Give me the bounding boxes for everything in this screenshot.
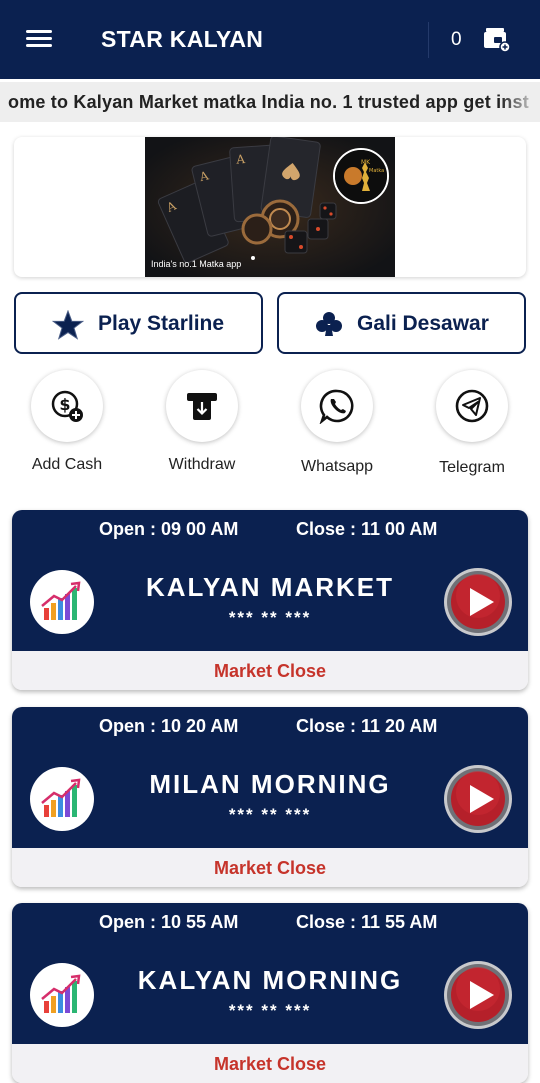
whatsapp-icon bbox=[319, 389, 354, 424]
svg-text:A: A bbox=[235, 152, 246, 167]
market-close-time: Close : 11 20 AM bbox=[296, 716, 438, 736]
banner-caption: India's no.1 Matka app bbox=[151, 259, 242, 269]
star-icon bbox=[52, 310, 84, 340]
gali-desawar-label: Gali Desawar bbox=[357, 312, 489, 335]
club-icon bbox=[316, 312, 342, 336]
market-close-time: Close : 11 55 AM bbox=[296, 912, 438, 932]
add-cash-label: Add Cash bbox=[31, 456, 103, 473]
wallet-balance[interactable]: 0 bbox=[451, 29, 462, 51]
gali-desawar-button[interactable]: Gali Desawar bbox=[277, 292, 526, 354]
hamburger-menu-icon[interactable] bbox=[26, 27, 54, 51]
announcement-marquee: ome to Kalyan Market matka India no. 1 t… bbox=[0, 82, 540, 122]
withdraw-label: Withdraw bbox=[168, 456, 236, 473]
market-close-time: Close : 11 00 AM bbox=[296, 519, 438, 539]
market-card-header: Open : 10 20 AM Close : 11 20 AM MILAN M… bbox=[12, 707, 528, 848]
marquee-text: ome to Kalyan Market matka India no. 1 t… bbox=[8, 92, 529, 112]
banner-image: A A A MK Matka India's no.1 Matka app bbox=[145, 137, 395, 277]
svg-text:Matka: Matka bbox=[369, 168, 384, 174]
svg-text:$: $ bbox=[59, 395, 70, 414]
whatsapp-circle bbox=[301, 370, 373, 442]
add-cash-circle: $ bbox=[31, 370, 103, 442]
market-open-time: Open : 09 00 AM bbox=[99, 519, 239, 539]
quick-action-withdraw[interactable]: Withdraw bbox=[142, 370, 262, 480]
market-status: Market Close bbox=[12, 651, 528, 690]
market-card-header: Open : 10 55 AM Close : 11 55 AM KALYAN … bbox=[12, 903, 528, 1044]
telegram-icon bbox=[455, 389, 489, 423]
banner-card[interactable]: A A A MK Matka India's no.1 Matka app bbox=[14, 137, 526, 277]
market-status: Market Close bbox=[12, 848, 528, 887]
market-open-time: Open : 10 55 AM bbox=[99, 912, 239, 932]
market-card-kalyan-morning[interactable]: Open : 10 55 AM Close : 11 55 AM KALYAN … bbox=[12, 903, 528, 1083]
withdraw-icon bbox=[187, 393, 217, 420]
app-title: STAR KALYAN bbox=[101, 26, 264, 52]
telegram-circle bbox=[436, 370, 508, 442]
wallet-icon[interactable] bbox=[482, 26, 512, 54]
app-bar: STAR KALYAN 0 bbox=[0, 0, 540, 79]
svg-text:MK: MK bbox=[361, 159, 371, 166]
market-card-milan-morning[interactable]: Open : 10 20 AM Close : 11 20 AM MILAN M… bbox=[12, 707, 528, 887]
market-status: Market Close bbox=[12, 1044, 528, 1083]
play-starline-label: Play Starline bbox=[98, 312, 225, 335]
market-card-kalyan-market[interactable]: Open : 09 00 AM Close : 11 00 AM KALYAN … bbox=[12, 510, 528, 690]
telegram-label: Telegram bbox=[439, 459, 505, 476]
play-icon[interactable] bbox=[442, 959, 514, 1031]
appbar-divider bbox=[428, 22, 429, 58]
market-card-header: Open : 09 00 AM Close : 11 00 AM KALYAN … bbox=[12, 510, 528, 651]
withdraw-circle bbox=[166, 370, 238, 442]
mk-matka-logo: MK Matka bbox=[333, 148, 389, 204]
play-icon[interactable] bbox=[442, 763, 514, 835]
quick-action-add-cash[interactable]: $ Add Cash bbox=[7, 370, 127, 480]
play-icon[interactable] bbox=[442, 566, 514, 638]
quick-action-telegram[interactable]: Telegram bbox=[412, 370, 532, 480]
market-open-time: Open : 10 20 AM bbox=[99, 716, 239, 736]
quick-action-whatsapp[interactable]: Whatsapp bbox=[277, 370, 397, 480]
add-cash-icon: $ bbox=[51, 390, 83, 422]
whatsapp-label: Whatsapp bbox=[300, 458, 374, 475]
play-starline-button[interactable]: Play Starline bbox=[14, 292, 263, 354]
